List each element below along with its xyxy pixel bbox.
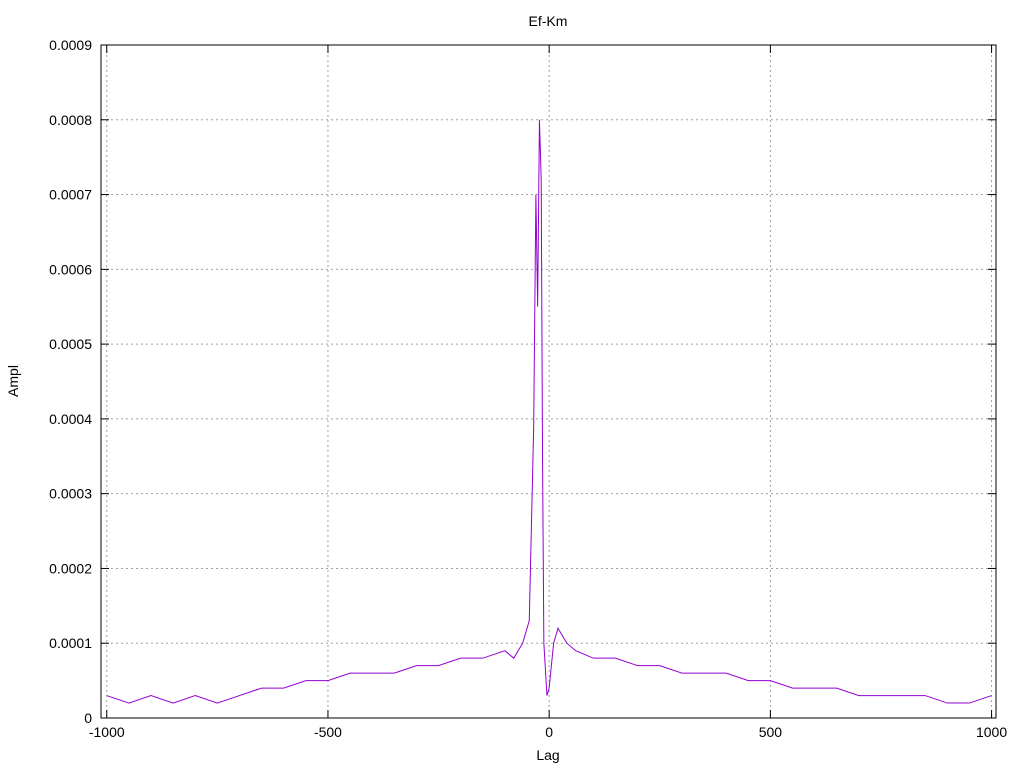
x-tick-label: -1000 [89,724,125,740]
y-tick-label: 0.0002 [49,560,92,576]
y-tick-label: 0.0006 [49,261,92,277]
y-tick-label: 0.0007 [49,187,92,203]
y-tick-label: 0.0003 [49,486,92,502]
y-tick-label: 0.0001 [49,635,92,651]
chart-background [0,0,1024,768]
y-tick-label: 0.0005 [49,336,92,352]
y-axis-label: Ampl [5,365,21,397]
x-tick-label: 1000 [976,724,1007,740]
x-tick-label: 500 [759,724,783,740]
y-tick-label: 0 [84,710,92,726]
y-tick-label: 0.0008 [49,112,92,128]
y-tick-label: 0.0004 [49,411,92,427]
x-tick-label: 0 [545,724,553,740]
chart-title: Ef-Km [529,13,568,29]
y-tick-label: 0.0009 [49,37,92,53]
chart: -1000 -500 0 500 1000 0 0.0001 0.0002 0.0003 0.00… [0,0,1024,768]
x-tick-label: -500 [314,724,342,740]
x-axis-label: Lag [536,747,559,763]
